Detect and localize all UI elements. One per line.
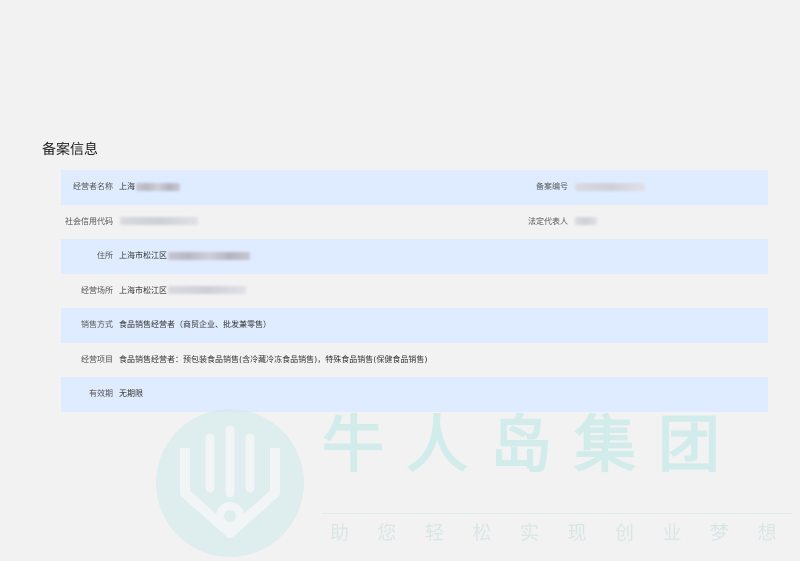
record-info-table: 经营者名称 上海 备案编号 社会信用代码 法定代表人 住所 上海市松江区 经营场… — [61, 170, 768, 412]
row-operator-name: 经营者名称 上海 备案编号 — [61, 170, 768, 205]
label-record-number: 备案编号 — [536, 182, 568, 191]
value-credit-code — [119, 205, 198, 240]
section-title: 备案信息 — [42, 142, 98, 158]
operator-name-text: 上海 — [119, 182, 135, 191]
label-business-site: 经营场所 — [81, 285, 113, 295]
value-business-items: 食品销售经营者：预包装食品销售(含冷藏冷冻食品销售)，特殊食品销售(保健食品销售… — [119, 354, 428, 364]
business-site-text: 上海市松江区 — [119, 285, 167, 295]
value-legal-rep — [574, 205, 597, 240]
value-address: 上海市松江区 — [119, 239, 250, 274]
watermark-logo-icon — [156, 409, 304, 557]
label-operator-name: 经营者名称 — [73, 182, 113, 191]
label-sales-mode: 销售方式 — [81, 320, 113, 329]
redacted-blur — [136, 182, 180, 191]
redacted-blur — [575, 182, 645, 191]
label-address: 住所 — [97, 251, 113, 260]
watermark-divider — [322, 513, 792, 514]
redacted-blur — [575, 217, 597, 225]
row-address: 住所 上海市松江区 — [61, 239, 768, 274]
redacted-blur — [168, 251, 250, 260]
value-operator-name: 上海 — [119, 170, 180, 205]
value-business-site: 上海市松江区 — [119, 274, 246, 309]
label-legal-rep: 法定代表人 — [528, 216, 568, 226]
row-business-site: 经营场所 上海市松江区 — [61, 274, 768, 309]
label-business-items: 经营项目 — [81, 354, 113, 364]
value-sales-mode: 食品销售经营者（商贸企业、批发兼零售） — [119, 320, 271, 329]
row-business-items: 经营项目 食品销售经营者：预包装食品销售(含冷藏冷冻食品销售)，特殊食品销售(保… — [61, 343, 768, 378]
value-record-number — [574, 170, 645, 205]
watermark-brand: 牛人岛集团 — [322, 408, 743, 481]
row-sales-mode: 销售方式 食品销售经营者（商贸企业、批发兼零售） — [61, 308, 768, 343]
redacted-blur — [168, 286, 246, 294]
address-text: 上海市松江区 — [119, 251, 167, 260]
row-credit-code: 社会信用代码 法定代表人 — [61, 205, 768, 240]
row-validity: 有效期 无期限 — [61, 377, 768, 412]
redacted-blur — [120, 217, 198, 225]
watermark-slogan: 助您轻松实现创业梦想 — [330, 522, 800, 544]
label-credit-code: 社会信用代码 — [65, 216, 113, 226]
label-validity: 有效期 — [89, 389, 113, 398]
value-validity: 无期限 — [119, 389, 143, 398]
